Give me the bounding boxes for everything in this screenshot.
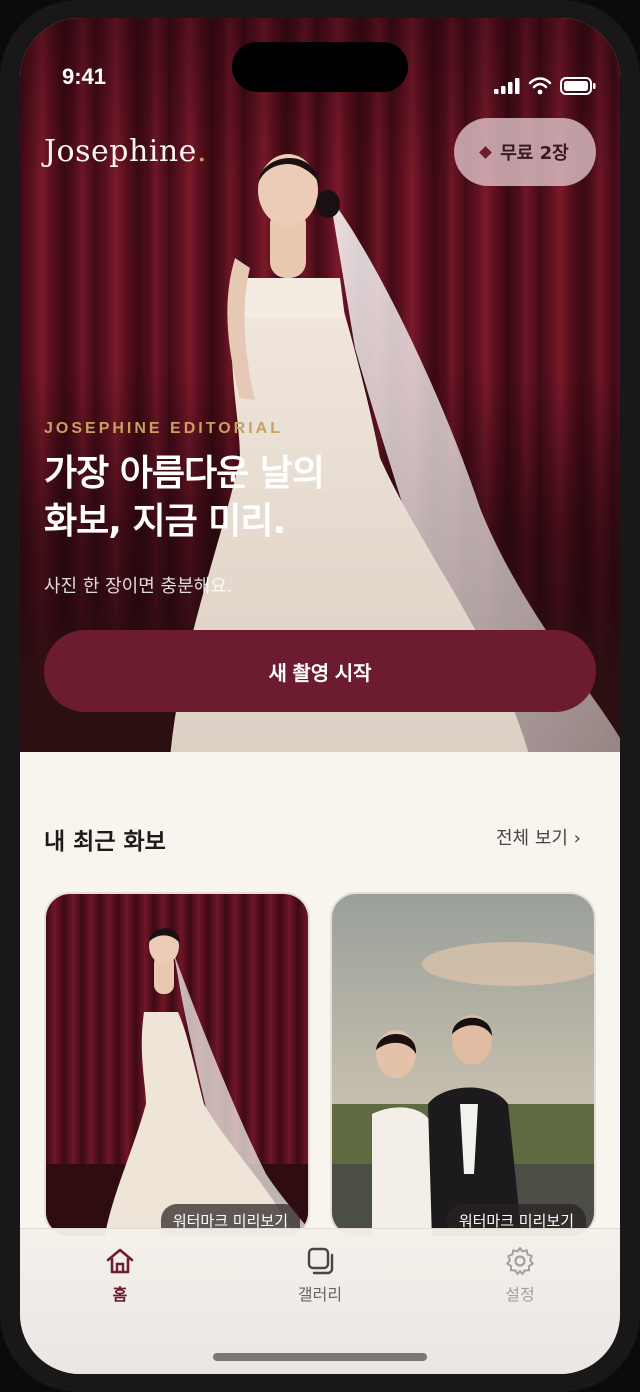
wifi-icon bbox=[528, 77, 552, 95]
brand-logo: Josephine. bbox=[44, 134, 207, 169]
free-credits-label: 무료 2장 bbox=[500, 143, 569, 164]
recent-photo-card[interactable]: 워터마크 미리보기 bbox=[330, 892, 596, 1238]
home-icon bbox=[106, 1248, 134, 1274]
recent-photo-card[interactable]: 워터마크 미리보기 bbox=[44, 892, 310, 1238]
cellular-signal-icon bbox=[494, 78, 520, 94]
home-indicator bbox=[213, 1353, 427, 1361]
see-all-link[interactable]: 전체 보기 › bbox=[496, 824, 581, 850]
hero-eyebrow: JOSEPHINE EDITORIAL bbox=[44, 420, 283, 437]
dynamic-island bbox=[232, 42, 408, 92]
diamond-icon bbox=[479, 145, 493, 159]
status-time: 9:41 bbox=[62, 64, 107, 89]
bride-photo-thumbnail bbox=[46, 894, 308, 1236]
status-bar: 9:41 bbox=[20, 18, 620, 95]
gallery-icon bbox=[307, 1247, 334, 1275]
battery-icon bbox=[560, 77, 596, 95]
phone-frame: 9:41 Josephine. 무료 2장 JOSEPHINE EDITORIA… bbox=[0, 0, 640, 1392]
recent-section-title: 내 최근 화보 bbox=[44, 829, 166, 855]
free-credits-button[interactable]: 무료 2장 bbox=[454, 118, 596, 186]
hero-section: 9:41 Josephine. 무료 2장 JOSEPHINE EDITORIA… bbox=[20, 18, 620, 752]
tab-settings[interactable]: 설정 bbox=[460, 1245, 580, 1305]
tab-home-label: 홈 bbox=[112, 1285, 128, 1304]
tab-settings-label: 설정 bbox=[505, 1285, 535, 1304]
couple-photo-thumbnail bbox=[332, 894, 594, 1236]
app-screen: 9:41 Josephine. 무료 2장 JOSEPHINE EDITORIA… bbox=[20, 18, 620, 1374]
tab-gallery-label: 갤러리 bbox=[297, 1285, 343, 1304]
tab-home[interactable]: 홈 bbox=[60, 1245, 180, 1305]
hero-headline: 가장 아름다운 날의 화보, 지금 미리. bbox=[44, 453, 325, 542]
tab-gallery[interactable]: 갤러리 bbox=[260, 1245, 380, 1305]
gear-icon bbox=[506, 1247, 534, 1275]
start-new-shoot-button[interactable]: 새 촬영 시작 bbox=[44, 630, 596, 712]
hero-subline: 사진 한 장이면 충분해요. bbox=[44, 576, 233, 597]
bottom-tab-bar: 홈 갤러리 설정 bbox=[20, 1228, 620, 1374]
